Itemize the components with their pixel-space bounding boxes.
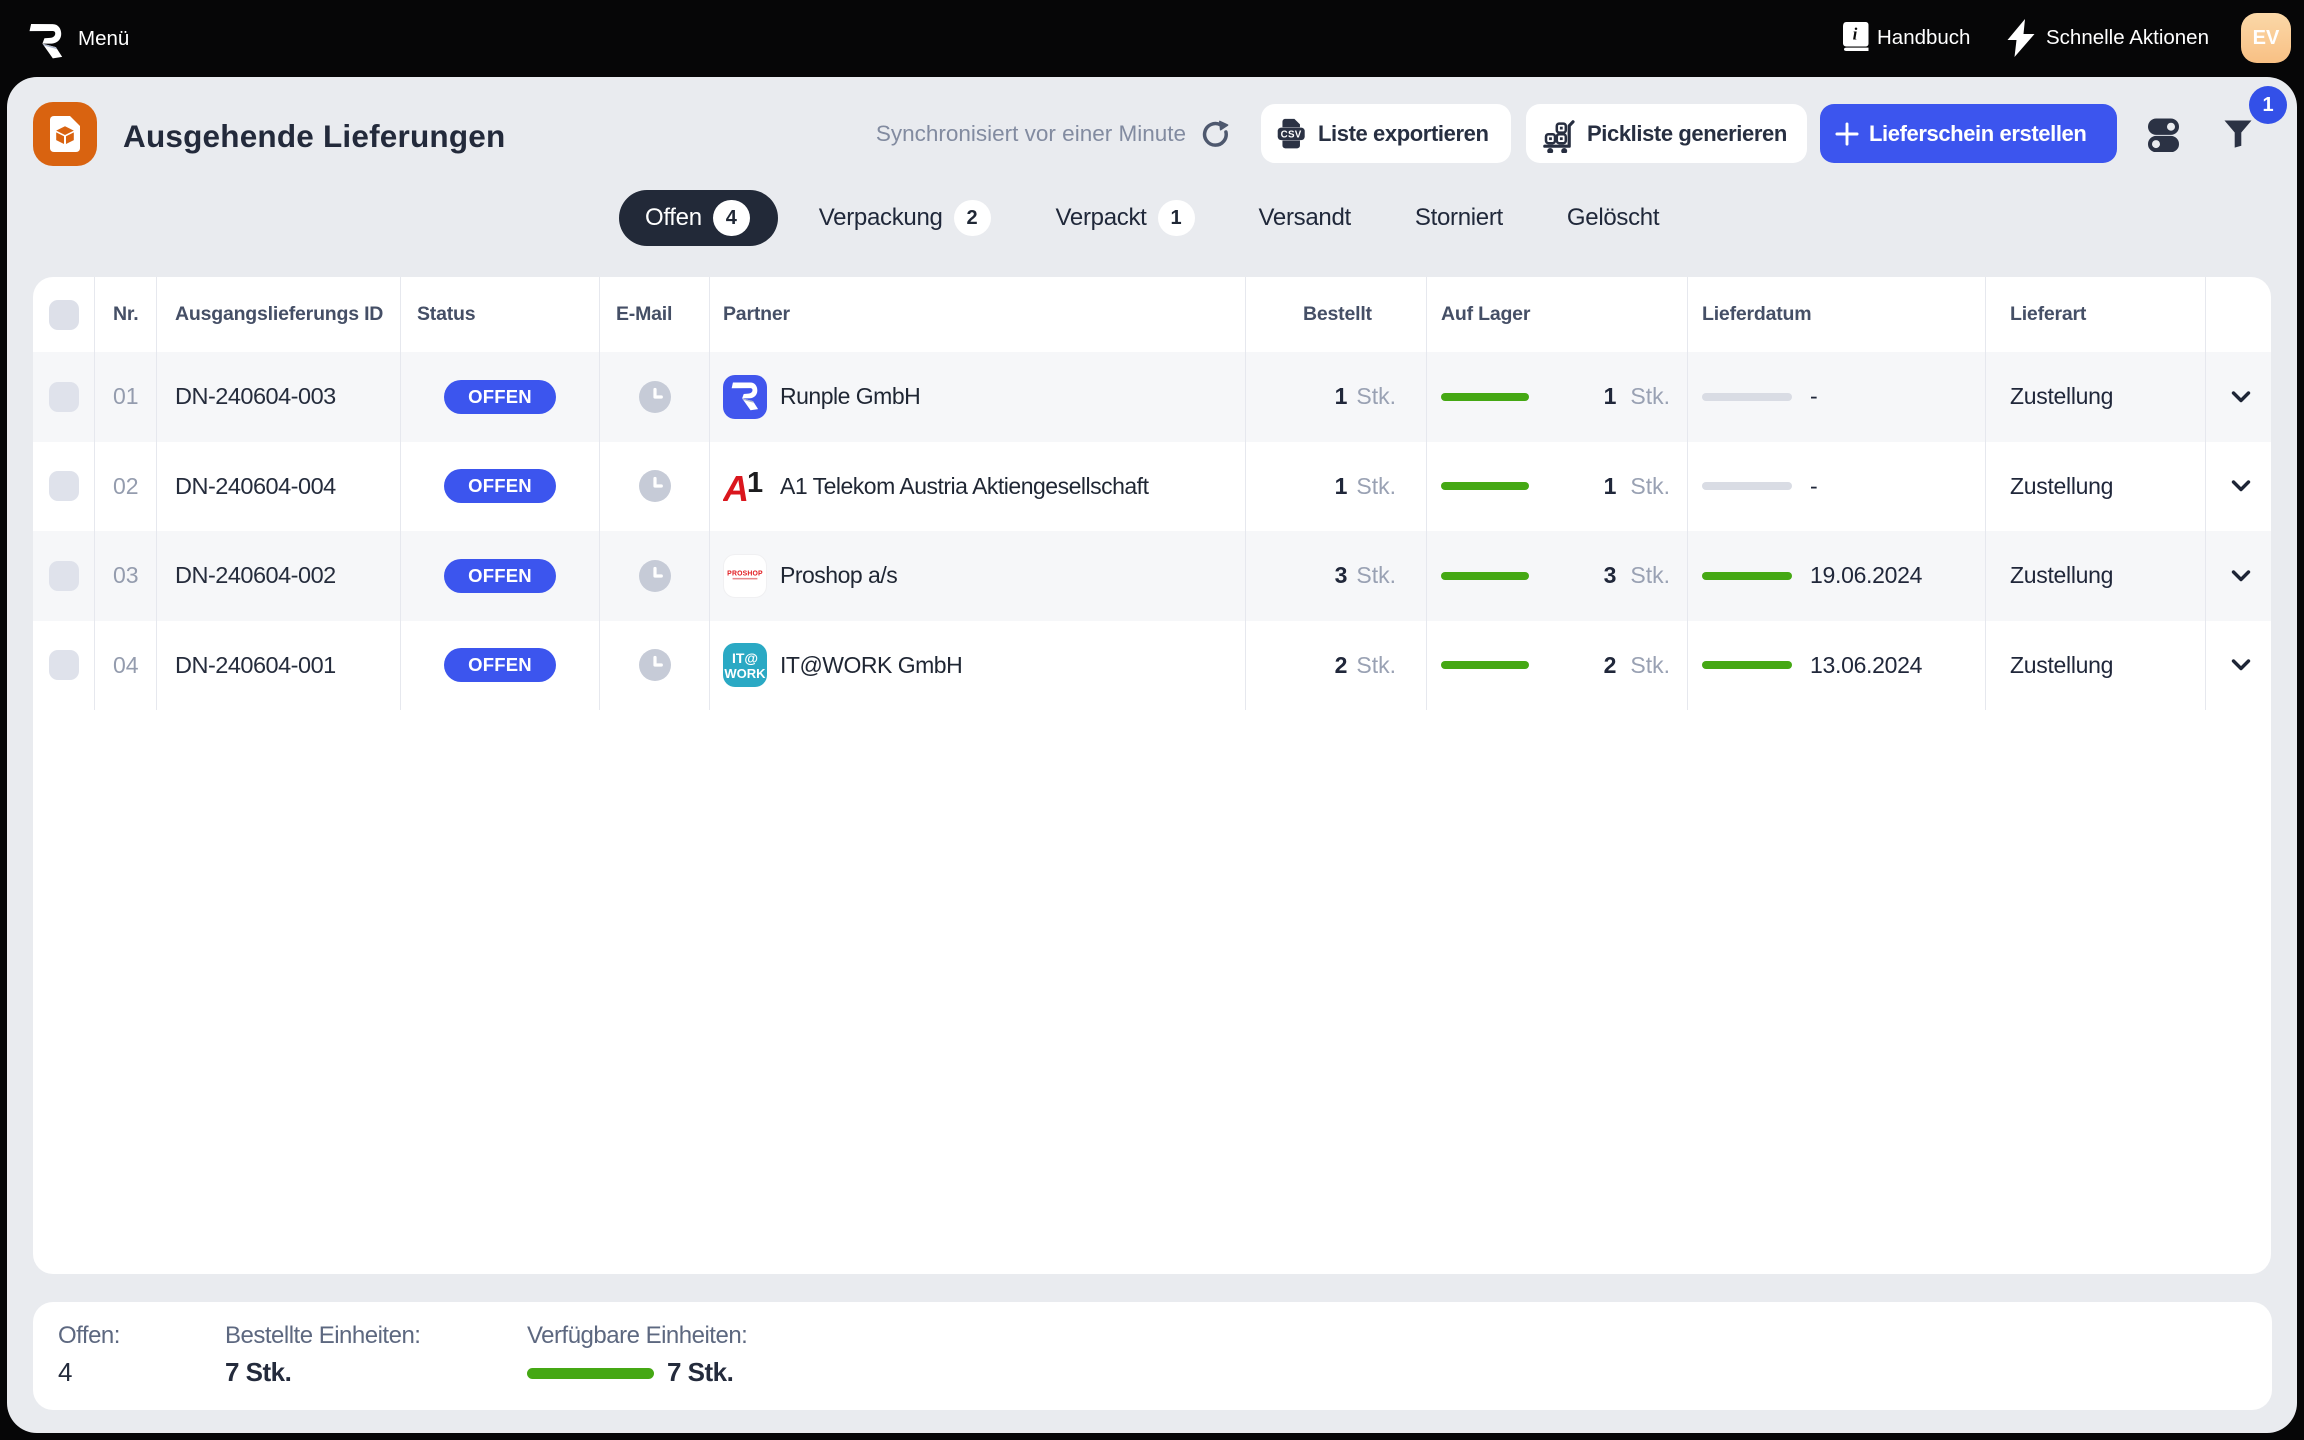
svg-text:A: A bbox=[723, 468, 749, 508]
svg-text:CSV: CSV bbox=[1281, 129, 1302, 140]
svg-text:1: 1 bbox=[747, 467, 763, 499]
svg-text:PROSHOP: PROSHOP bbox=[727, 570, 763, 577]
svg-text:i: i bbox=[1853, 25, 1858, 44]
svg-text:IT@: IT@ bbox=[732, 650, 758, 666]
svg-text:WORK: WORK bbox=[724, 666, 766, 681]
